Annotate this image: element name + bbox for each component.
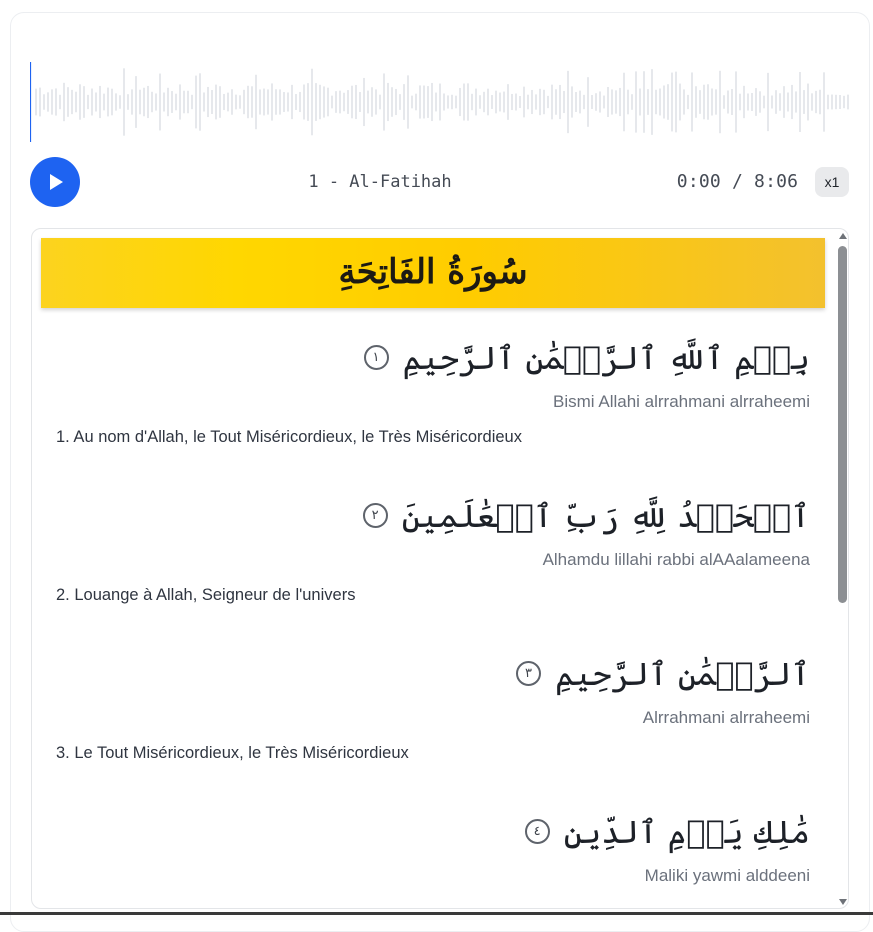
- surah-reader[interactable]: سُورَةُ الفَاتِحَةِ بِسۡمِ ٱللَّهِ ٱلرَّ…: [31, 228, 849, 909]
- surah-banner: سُورَةُ الفَاتِحَةِ: [41, 238, 825, 308]
- verse-3: ٱلرَّحۡمَٰنِ ٱلرَّحِيمِ ٣ Alrrahmani alr…: [56, 649, 810, 764]
- scrollbar-thumb[interactable]: [838, 246, 847, 603]
- scroll-down-arrow-icon[interactable]: [839, 899, 847, 905]
- play-button[interactable]: [30, 157, 80, 207]
- ayah-number-icon: ٣: [516, 661, 541, 686]
- play-icon: [50, 174, 63, 190]
- verse-transliteration: Alrrahmani alrraheemi: [642, 708, 810, 727]
- ayah-number-icon: ٢: [362, 503, 388, 528]
- verse-arabic: مَٰلِكِ يَوۡمِ ٱلدِّينِ ٤: [56, 807, 810, 861]
- verse-arabic-text: ٱلۡحَمۡدُ لِلَّهِ رَبِّ ٱلۡعَٰلَمِينَ: [401, 497, 810, 535]
- scroll-up-arrow-icon[interactable]: [839, 233, 847, 239]
- verse-2: ٱلۡحَمۡدُ لِلَّهِ رَبِّ ٱلۡعَٰلَمِينَ ٢ …: [56, 491, 810, 606]
- verse-arabic-text: ٱلرَّحۡمَٰنِ ٱلرَّحِيمِ: [555, 655, 810, 693]
- verse-1: بِسۡمِ ٱللَّهِ ٱلرَّحۡمَٰنِ ٱلرَّحِيمِ ١…: [56, 333, 810, 448]
- verse-arabic-text: بِسۡمِ ٱللَّهِ ٱلرَّحۡمَٰنِ ٱلرَّحِيمِ: [402, 339, 810, 377]
- verse-arabic: ٱلرَّحۡمَٰنِ ٱلرَّحِيمِ ٣: [56, 649, 810, 703]
- verse-arabic-text: مَٰلِكِ يَوۡمِ ٱلدِّينِ: [563, 813, 810, 851]
- verse-transliteration: Alhamdu lillahi rabbi alAAalameena: [542, 550, 810, 569]
- time-display: 0:00 / 8:06: [676, 171, 799, 192]
- verse-translation: 1. Au nom d'Allah, le Tout Miséricordieu…: [56, 428, 522, 446]
- track-title: 1 - Al-Fatihah: [308, 172, 452, 192]
- ayah-number-icon: ٤: [524, 819, 550, 844]
- reader-scrollbar[interactable]: [836, 229, 848, 908]
- verse-4: مَٰلِكِ يَوۡمِ ٱلدِّينِ ٤ Maliki yawmi a…: [56, 807, 810, 887]
- audio-waveform[interactable]: [30, 62, 850, 142]
- ayah-number-icon: ١: [363, 345, 389, 370]
- verse-translation: 3. Le Tout Miséricordieux, le Très Misér…: [56, 744, 409, 762]
- surah-title: سُورَةُ الفَاتِحَةِ: [338, 252, 528, 292]
- verse-transliteration: Maliki yawmi alddeeni: [644, 866, 810, 885]
- playback-speed-button[interactable]: x1: [815, 167, 849, 197]
- verse-arabic: ٱلۡحَمۡدُ لِلَّهِ رَبِّ ٱلۡعَٰلَمِينَ ٢: [56, 491, 810, 545]
- verse-translation: 2. Louange à Allah, Seigneur de l'univer…: [56, 586, 356, 604]
- verse-arabic: بِسۡمِ ٱللَّهِ ٱلرَّحۡمَٰنِ ٱلرَّحِيمِ ١: [56, 333, 810, 387]
- verse-transliteration: Bismi Allahi alrrahmani alrraheemi: [553, 392, 810, 411]
